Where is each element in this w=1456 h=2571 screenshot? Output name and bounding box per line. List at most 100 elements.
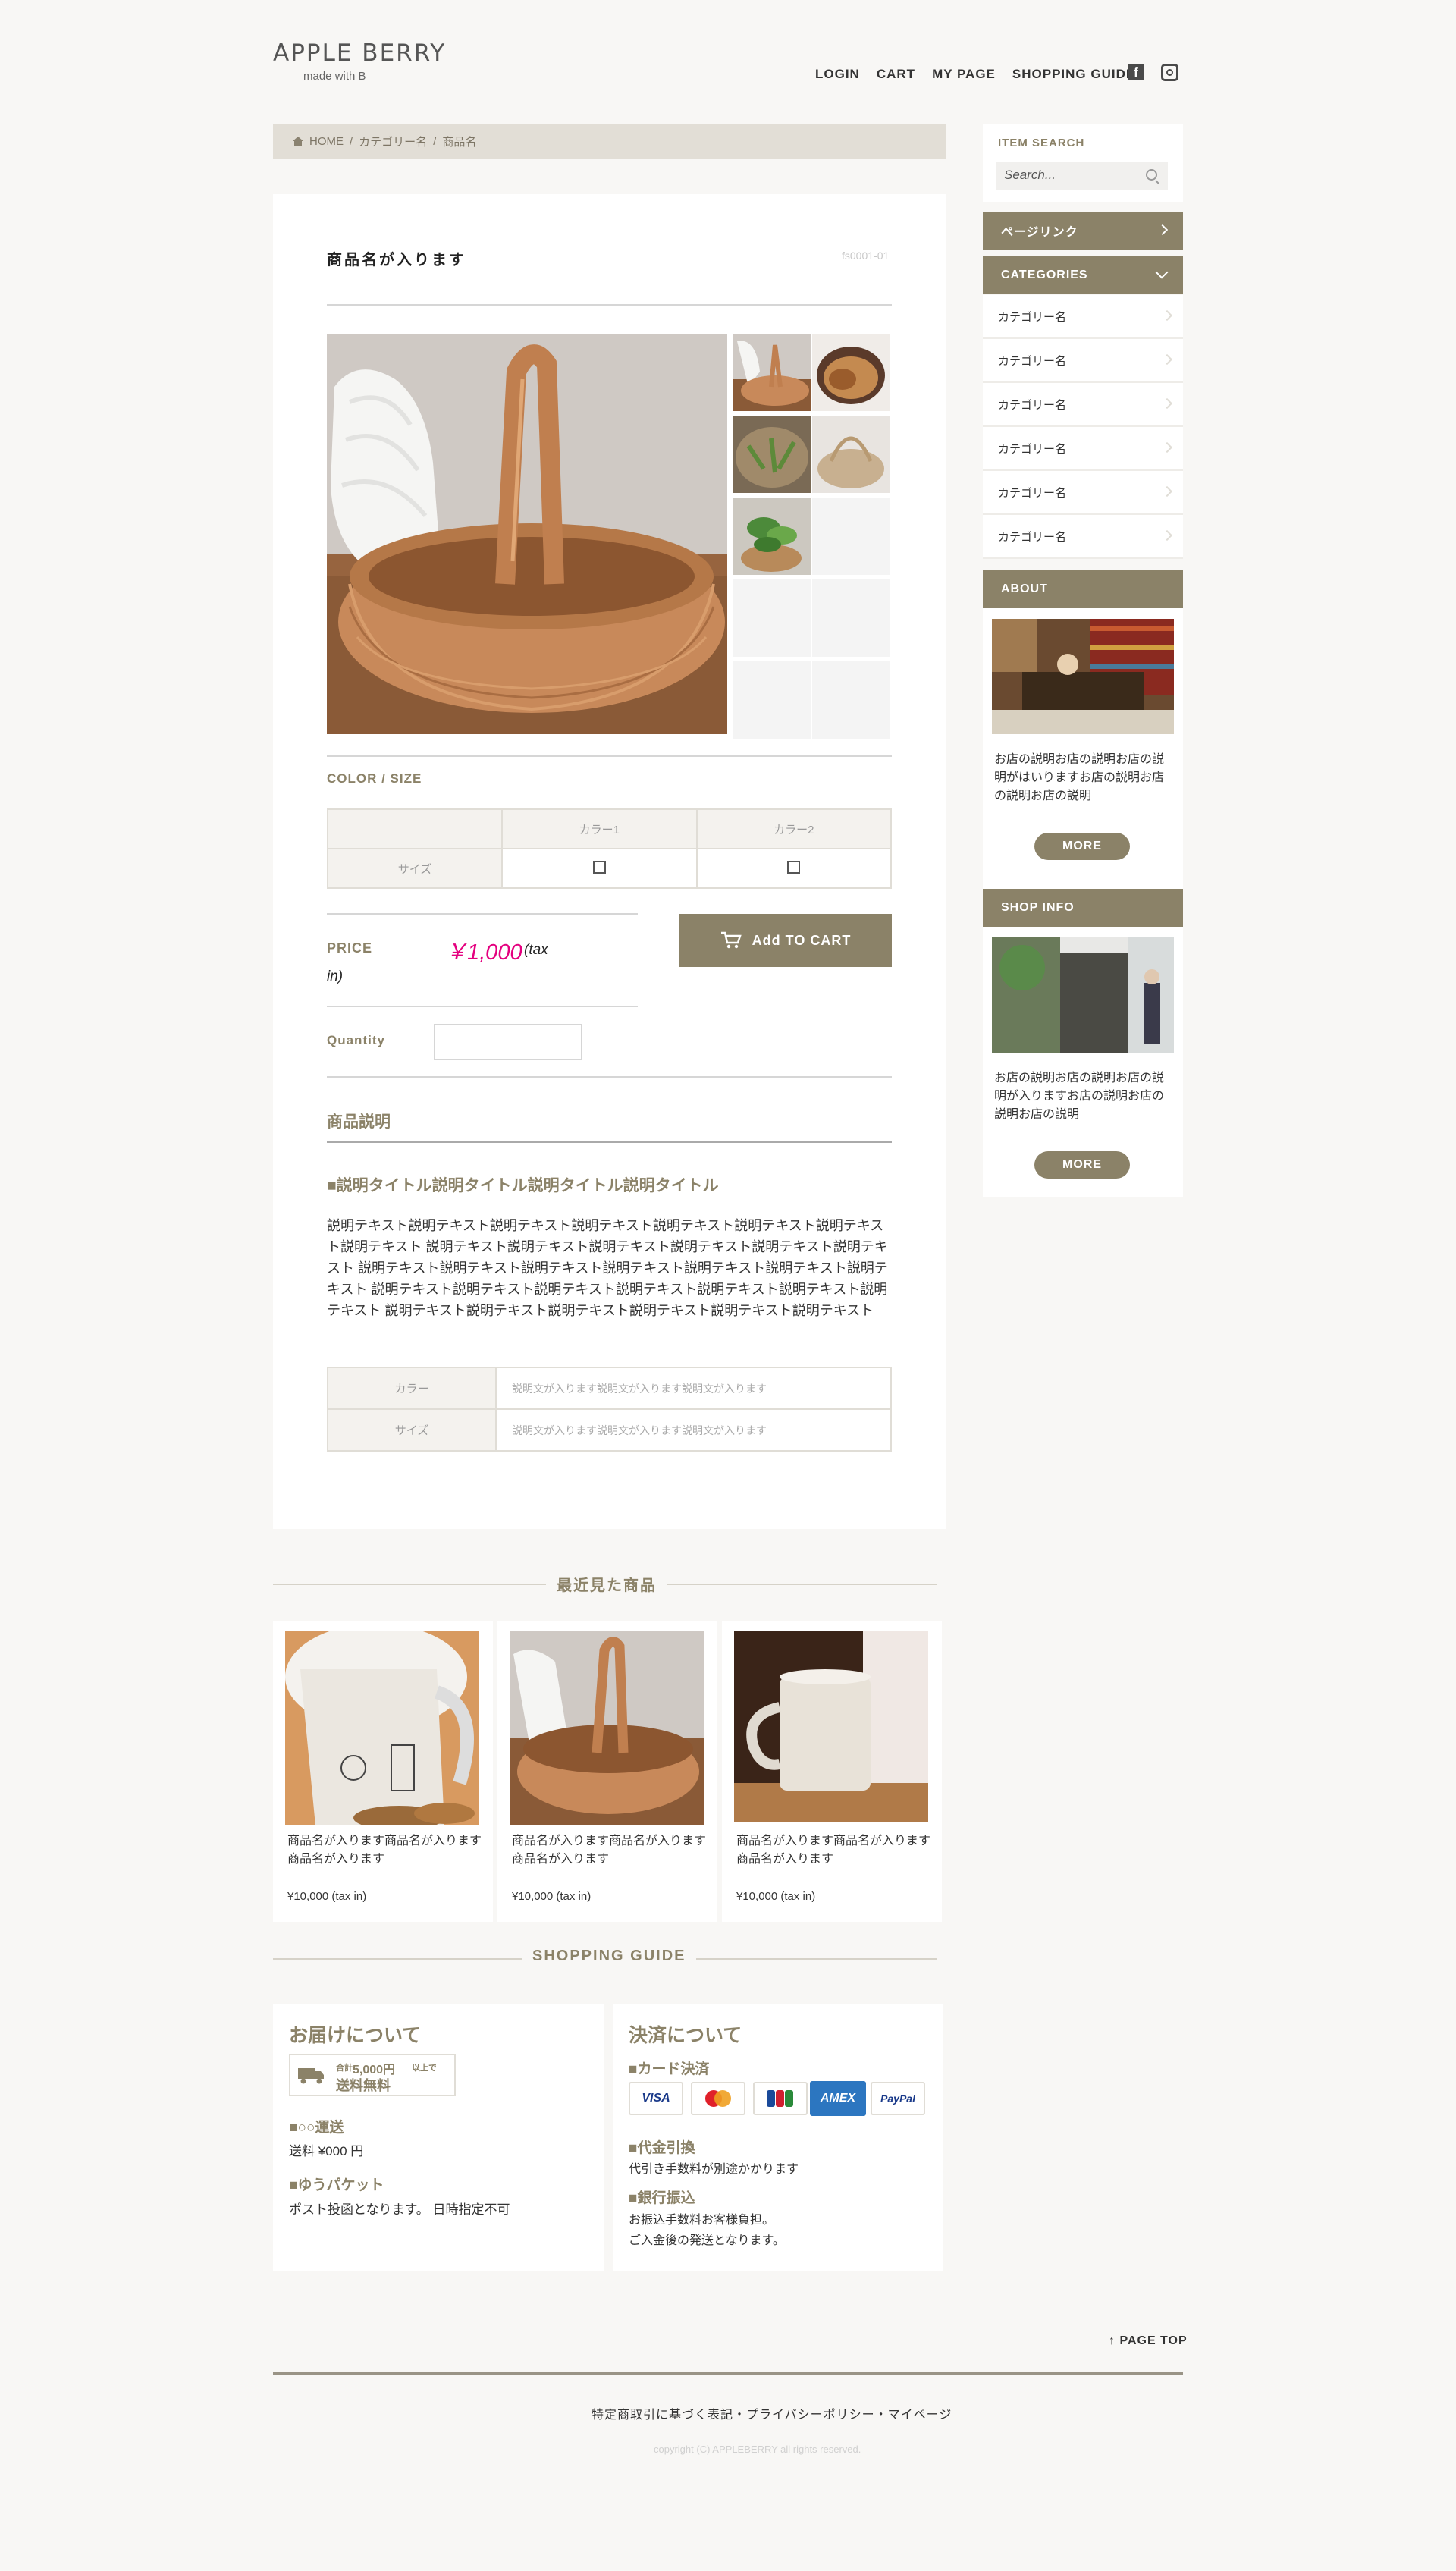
visa-icon: VISA <box>629 2082 683 2115</box>
jcb-icon <box>753 2082 808 2115</box>
quantity-label: Quantity <box>327 1033 385 1047</box>
spec-key: カラー <box>327 1367 497 1410</box>
quantity-input[interactable] <box>434 1024 582 1060</box>
price-label: PRICE <box>327 940 373 956</box>
home-icon <box>293 137 303 146</box>
recent-item-name[interactable]: 商品名が入ります <box>512 1851 609 1869</box>
recent-item-name[interactable]: 商品名が入ります <box>736 1851 833 1869</box>
thumbnail-empty <box>812 661 890 739</box>
shopping-guide-title: SHOPPING GUIDE <box>522 1948 697 1965</box>
free-shipping-badge: 合計 5,000円 以上で 送料無料 <box>289 2054 456 2096</box>
bank-text: お振込手数料お客様負担。 <box>629 2214 775 2227</box>
about-bar: ABOUT <box>983 570 1183 608</box>
shipping-text: 送料 ¥000 円 <box>289 2144 364 2158</box>
thumbnail-empty <box>812 579 890 657</box>
page-top-link[interactable]: ↑ PAGE TOP <box>1109 2334 1188 2348</box>
sidebar-category-item[interactable]: カテゴリー名 <box>983 515 1183 559</box>
categories-bar[interactable]: CATEGORIES <box>983 256 1183 294</box>
recent-item-image[interactable] <box>510 1631 704 1825</box>
thumbnail[interactable] <box>733 334 811 411</box>
recent-title: 最近見た商品 <box>546 1573 667 1595</box>
delivery-heading: お届けについて <box>289 2025 422 2046</box>
thumbnail[interactable] <box>733 416 811 493</box>
spec-table: カラー 説明文が入ります説明文が入ります説明文が入ります サイズ 説明文が入りま… <box>327 1367 892 1452</box>
add-to-cart-button[interactable]: Add TO CART <box>679 914 892 967</box>
color-header: カラー2 <box>695 808 892 849</box>
card-title: ■カード決済 <box>629 2061 710 2077</box>
top-nav: LOGIN CART MY PAGE SHOPPING GUIDE <box>815 67 1135 82</box>
shop-info-bar: SHOP INFO <box>983 889 1183 927</box>
facebook-icon[interactable]: f <box>1128 64 1144 80</box>
thumbnail[interactable] <box>812 416 890 493</box>
about-more-button[interactable]: MORE <box>1034 833 1130 860</box>
nav-login[interactable]: LOGIN <box>815 67 860 82</box>
copyright: copyright (C) APPLEBERRY all rights rese… <box>654 2444 861 2455</box>
chevron-right-icon <box>1161 441 1173 454</box>
product-main-image[interactable] <box>327 334 727 734</box>
product-title: 商品名が入ります <box>327 252 466 268</box>
recent-item-image[interactable] <box>734 1631 928 1822</box>
sidebar-category-item[interactable]: カテゴリー名 <box>983 339 1183 383</box>
thumbnail-empty <box>812 498 890 575</box>
breadcrumb-category[interactable]: カテゴリー名 <box>359 133 427 149</box>
shipping-title: ■○○運送 <box>289 2120 344 2136</box>
tax-note-cont: in) <box>327 968 344 984</box>
sidebar-category-item[interactable]: カテゴリー名 <box>983 295 1183 339</box>
spec-key: サイズ <box>327 1408 497 1452</box>
product-code: fs0001-01 <box>842 250 890 262</box>
chevron-right-icon <box>1161 485 1173 498</box>
description-title: ■説明タイトル説明タイトル説明タイトル説明タイトル <box>327 1177 719 1194</box>
recent-item-price: ¥10,000 (tax in) <box>736 1890 816 1903</box>
color-size-label: COLOR / SIZE <box>327 771 422 786</box>
recent-item-name[interactable]: 商品名が入ります商品名が入ります <box>512 1832 706 1851</box>
breadcrumb: HOME / カテゴリー名 / 商品名 <box>273 124 946 159</box>
cod-title: ■代金引換 <box>629 2140 695 2156</box>
page-link-bar[interactable]: ページリンク <box>983 212 1183 250</box>
chevron-right-icon <box>1161 309 1173 322</box>
about-text: お店の説明お店の説明お店の説明がはいりますお店の説明お店の説明お店の説明 <box>994 753 1165 802</box>
breadcrumb-current: 商品名 <box>442 136 477 149</box>
chevron-right-icon <box>1156 224 1169 236</box>
mastercard-icon <box>691 2082 745 2115</box>
color-header: カラー1 <box>501 808 698 849</box>
logo-tagline: made with B <box>303 70 366 83</box>
recent-item-name[interactable]: 商品名が入ります商品名が入ります <box>736 1832 930 1851</box>
instagram-icon[interactable] <box>1161 64 1178 81</box>
packet-title: ■ゆうパケット <box>289 2177 384 2193</box>
spec-value: 説明文が入ります説明文が入ります説明文が入ります <box>495 1367 892 1410</box>
variant-checkbox[interactable] <box>787 860 801 874</box>
recent-item-name[interactable]: 商品名が入ります商品名が入ります <box>287 1832 482 1851</box>
bank-title: ■銀行振込 <box>629 2190 695 2206</box>
sidebar-category-item[interactable]: カテゴリー名 <box>983 471 1183 515</box>
thumbnail-empty <box>733 661 811 739</box>
about-image <box>992 619 1174 734</box>
recent-item-image[interactable] <box>285 1631 479 1825</box>
recent-item-name[interactable]: 商品名が入ります <box>287 1851 384 1869</box>
size-label: サイズ <box>327 848 503 889</box>
color-size-table: カラー1 カラー2 サイズ <box>327 808 892 889</box>
recent-item-price: ¥10,000 (tax in) <box>287 1890 367 1903</box>
description-text: 説明テキスト説明テキスト説明テキスト説明テキスト説明テキスト説明テキスト説明テキ… <box>327 1218 888 1318</box>
nav-shopping-guide[interactable]: SHOPPING GUIDE <box>1012 67 1135 82</box>
shop-more-button[interactable]: MORE <box>1034 1151 1130 1179</box>
logo[interactable]: APPLE BERRY <box>273 39 446 67</box>
bank-text: ご入金後の発送となります。 <box>629 2234 785 2247</box>
footer-links[interactable]: 特定商取引に基づく表記・プライバシーポリシー・マイページ <box>592 2404 952 2422</box>
payment-heading: 決済について <box>629 2025 742 2046</box>
nav-cart[interactable]: CART <box>877 67 915 82</box>
search-label: ITEM SEARCH <box>998 137 1085 149</box>
thumbnail[interactable] <box>812 334 890 411</box>
sidebar-category-item[interactable]: カテゴリー名 <box>983 427 1183 471</box>
paypal-icon: PayPal <box>871 2082 925 2115</box>
price-value: ￥1,000 <box>445 940 522 965</box>
variant-checkbox[interactable] <box>592 860 606 874</box>
search-icon[interactable] <box>1146 169 1159 184</box>
thumbnail[interactable] <box>733 498 811 575</box>
nav-mypage[interactable]: MY PAGE <box>932 67 996 82</box>
cod-text: 代引き手数料が別途かかります <box>629 2163 799 2176</box>
tax-note: (tax <box>524 942 548 958</box>
chevron-down-icon <box>1155 265 1169 279</box>
search-input[interactable]: Search... <box>996 162 1168 190</box>
sidebar-category-item[interactable]: カテゴリー名 <box>983 383 1183 427</box>
breadcrumb-home[interactable]: HOME <box>309 135 344 148</box>
